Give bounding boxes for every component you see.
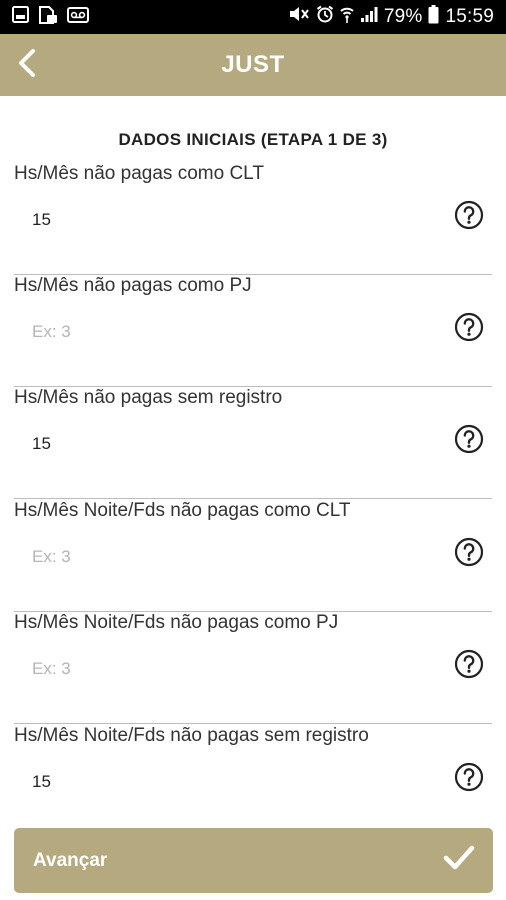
checkmark-icon <box>443 845 475 876</box>
status-bar: 79% 15:59 <box>0 0 506 34</box>
hours-clt-input[interactable] <box>32 207 392 233</box>
night-hours-pj-input[interactable] <box>32 656 392 682</box>
field-hours-pj: Hs/Mês não pagas como PJ <box>14 275 492 387</box>
field-night-hours-no-registration: Hs/Mês Noite/Fds não pagas sem registro <box>14 725 492 837</box>
night-hours-no-registration-input[interactable] <box>32 769 392 795</box>
field-label: Hs/Mês não pagas como CLT <box>14 163 264 184</box>
night-hours-clt-input[interactable] <box>32 544 392 570</box>
status-bar-system: 79% 15:59 <box>288 4 494 30</box>
mute-icon <box>288 5 310 29</box>
field-hours-no-registration: Hs/Mês não pagas sem registro <box>14 387 492 499</box>
help-circle-icon[interactable] <box>454 424 484 454</box>
next-button-label: Avançar <box>33 849 108 871</box>
signal-icon <box>360 5 378 29</box>
field-hours-clt: Hs/Mês não pagas como CLT <box>14 163 492 275</box>
battery-icon <box>428 4 439 30</box>
clock: 15:59 <box>445 6 494 27</box>
help-circle-icon[interactable] <box>454 649 484 679</box>
status-bar-notifications <box>12 5 89 29</box>
help-circle-icon[interactable] <box>454 537 484 567</box>
field-night-hours-pj: Hs/Mês Noite/Fds não pagas como PJ <box>14 612 492 724</box>
chevron-left-icon <box>16 48 38 83</box>
help-circle-icon[interactable] <box>454 200 484 230</box>
field-label: Hs/Mês Noite/Fds não pagas como CLT <box>14 500 351 521</box>
hours-no-registration-input[interactable] <box>32 431 392 457</box>
field-label: Hs/Mês não pagas como PJ <box>14 275 252 296</box>
help-circle-icon[interactable] <box>454 762 484 792</box>
next-button[interactable]: Avançar <box>14 828 493 893</box>
hours-pj-input[interactable] <box>32 319 392 345</box>
sim-notification-icon <box>38 5 58 29</box>
help-circle-icon[interactable] <box>454 312 484 342</box>
app-title: JUST <box>221 51 285 78</box>
wifi-icon <box>340 5 354 29</box>
back-button[interactable] <box>6 44 48 86</box>
field-label: Hs/Mês Noite/Fds não pagas sem registro <box>14 725 369 746</box>
step-title: DADOS INICIAIS (ETAPA 1 DE 3) <box>118 130 388 149</box>
voicemail-icon <box>67 6 89 28</box>
field-label: Hs/Mês Noite/Fds não pagas como PJ <box>14 612 339 633</box>
battery-percent: 79% <box>383 6 423 27</box>
app-bar: JUST <box>0 34 506 96</box>
alarm-icon <box>316 5 334 29</box>
image-notification-icon <box>12 6 29 28</box>
field-label: Hs/Mês não pagas sem registro <box>14 387 283 408</box>
field-night-hours-clt: Hs/Mês Noite/Fds não pagas como CLT <box>14 500 492 612</box>
